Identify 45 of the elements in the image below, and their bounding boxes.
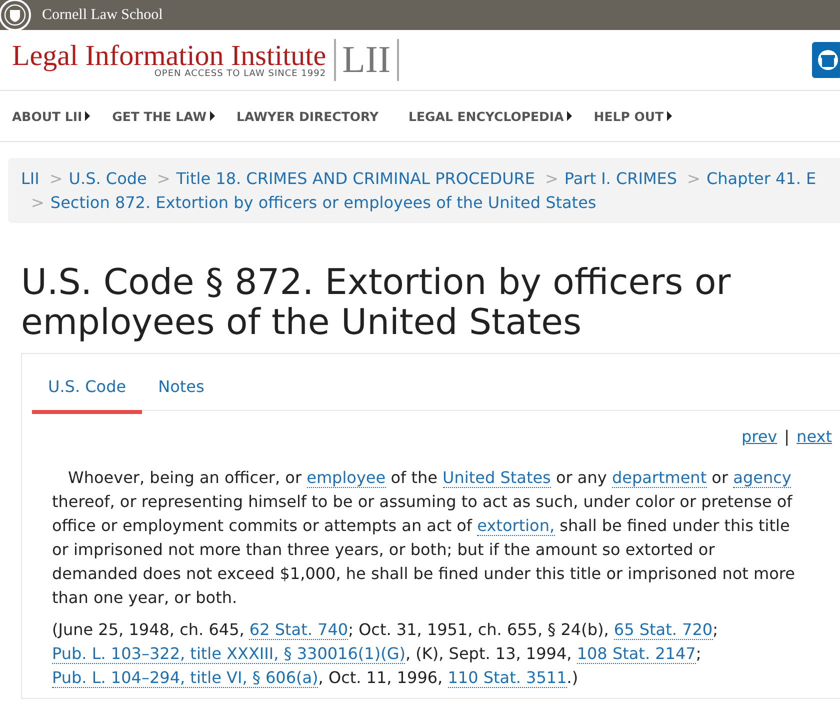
breadcrumb-separator: > xyxy=(687,169,700,188)
nav-menu-item[interactable]: HELP OUT xyxy=(594,108,672,124)
text-link[interactable]: Pub. L. 103–322, title XXXIII, § 330016(1)(G) xyxy=(52,644,406,664)
nav-menu-item[interactable]: GET THE LAW xyxy=(112,108,215,124)
text-link[interactable]: agency xyxy=(733,468,792,488)
breadcrumb-link[interactable]: Part I. CRIMES xyxy=(564,169,678,188)
site-logo[interactable]: LII xyxy=(334,39,399,81)
caret-icon xyxy=(210,111,215,121)
nav-menu-item[interactable]: LAWYER DIRECTORY xyxy=(236,108,378,124)
school-name[interactable]: Cornell Law School xyxy=(42,6,163,24)
text-link[interactable]: United States xyxy=(442,468,551,488)
breadcrumb-link[interactable]: Section 872. Extortion by officers or employees of the United States xyxy=(50,193,596,212)
text-link[interactable]: 65 Stat. 720 xyxy=(614,620,713,640)
breadcrumb-link[interactable]: Chapter 41. E xyxy=(706,169,816,188)
text-link[interactable]: 108 Stat. 2147 xyxy=(576,644,696,664)
caret-icon xyxy=(566,111,572,121)
tab[interactable]: Notes xyxy=(142,366,220,410)
nav-menu-item[interactable]: ABOUT LII xyxy=(12,108,90,124)
text-link[interactable]: department xyxy=(612,468,707,488)
breadcrumb-separator: > xyxy=(31,193,44,212)
prev-link[interactable]: prev xyxy=(741,427,778,446)
breadcrumb-separator: > xyxy=(545,169,558,188)
caret-icon xyxy=(666,111,672,121)
breadcrumb-separator: > xyxy=(156,169,170,188)
text-link[interactable]: 62 Stat. 740 xyxy=(249,620,348,640)
caret-icon xyxy=(85,111,90,121)
statute-paragraph: Whoever, being an officer, or employee of the United States or any department or agency thereof, or representing himself to be or assuming to act as such, under color or pretense of office or employment commits or attempts an act of extortion, shall be fined under this title or imprisoned not more than three years, or both; but if the amount so extorted or demanded does not exceed $1,000, he shall be fined under this title or imprisoned not more than one year, or both. xyxy=(52,467,796,609)
pager-separator: | xyxy=(784,427,790,446)
gift-icon[interactable] xyxy=(812,42,840,78)
text-link[interactable]: extortion, xyxy=(477,516,555,536)
site-title[interactable]: Legal Information Institute xyxy=(12,41,326,71)
text-link[interactable]: employee xyxy=(306,468,386,488)
breadcrumb-separator: > xyxy=(49,169,63,188)
breadcrumb-link[interactable]: U.S. Code xyxy=(68,169,147,188)
nav-menu-item[interactable]: LEGAL ENCYCLOPEDIA xyxy=(408,108,572,124)
site-tagline: OPEN ACCESS TO LAW SINCE 1992 xyxy=(154,69,326,79)
text-link[interactable]: Pub. L. 104–294, title VI, § 606(a) xyxy=(52,668,318,688)
source-credit: (June 25, 1948, ch. 645, 62 Stat. 740; Oct. 31, 1951, ch. 655, § 24(b), 65 Stat. 720; Pub. L. 103–322, title XXXIII, § 330016(1)(G), (K), Sept. 13, 1994, 108 Stat. 2147; Pub. L. 104–294, title VI, § 606(a), Oct. 11, 1996, 110 Stat. 3511.) xyxy=(52,619,719,690)
tab[interactable]: U.S. Code xyxy=(32,366,142,414)
page-title: U.S. Code § 872. Extortion by officers or employees of the United States xyxy=(21,263,732,343)
breadcrumb-link[interactable]: Title 18. CRIMES AND CRIMINAL PROCEDURE xyxy=(176,169,535,188)
breadcrumb-link[interactable]: LII xyxy=(21,169,40,188)
next-link[interactable]: next xyxy=(796,427,832,446)
seal-icon xyxy=(0,0,32,32)
text-link[interactable]: 110 Stat. 3511 xyxy=(448,668,567,688)
